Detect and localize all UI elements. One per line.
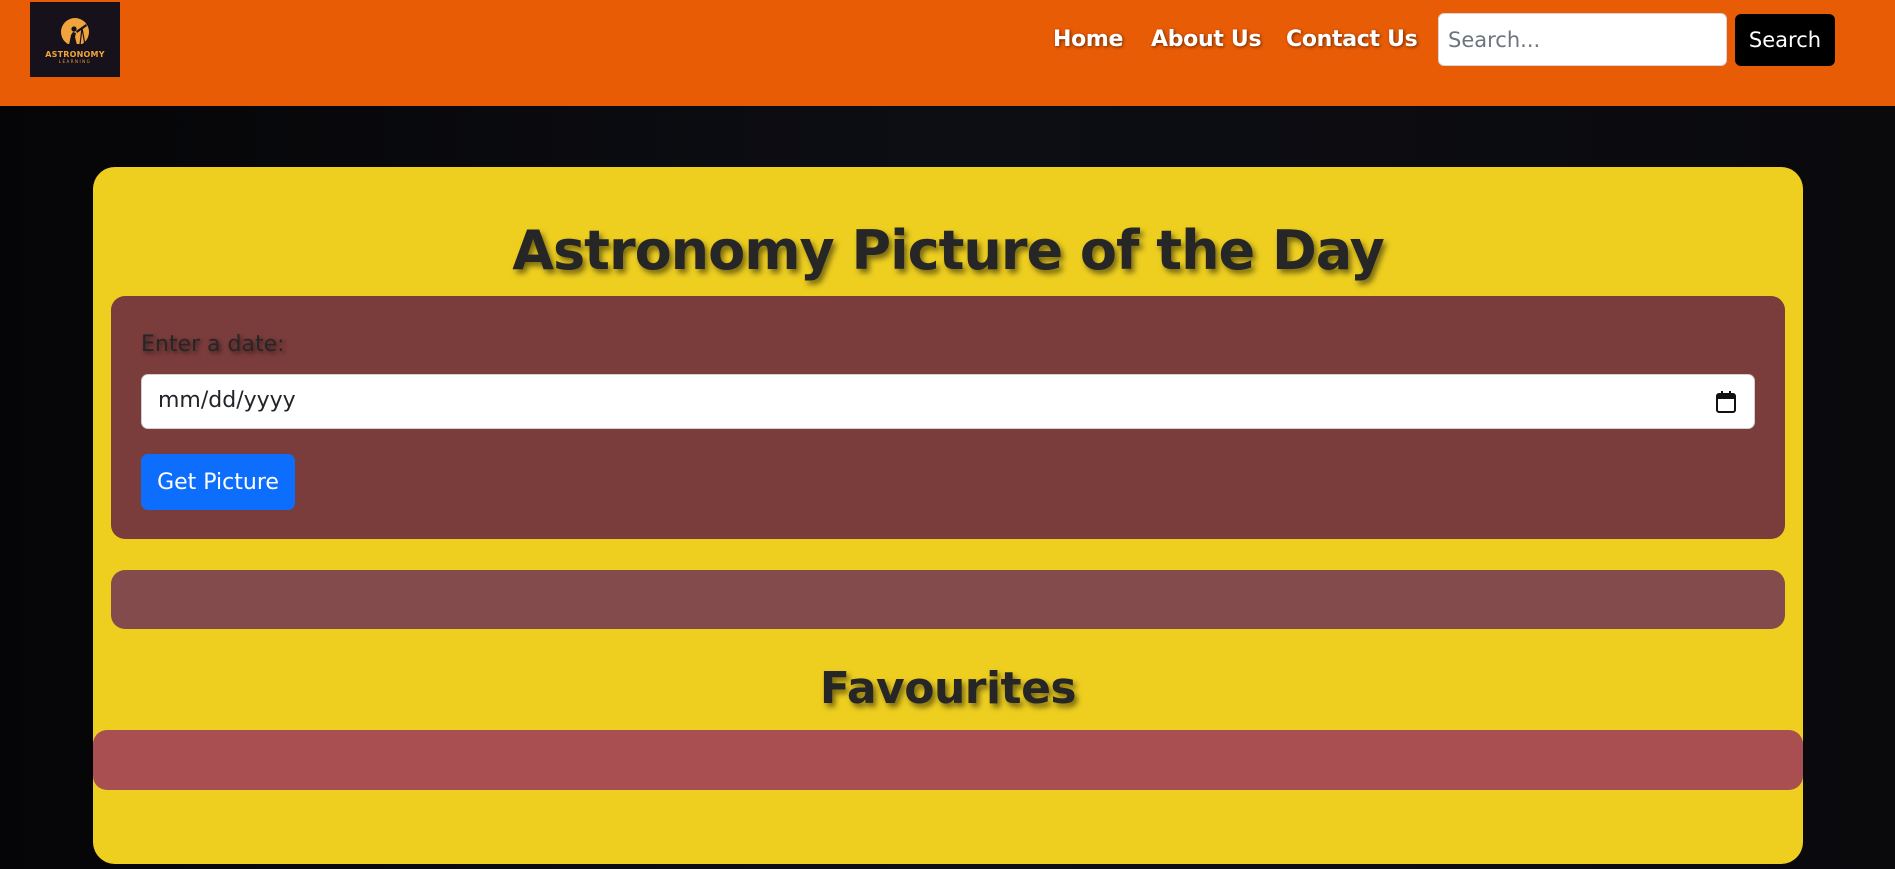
astronomer-telescope-icon (59, 18, 91, 47)
picture-result-panel (111, 570, 1785, 629)
navbar: ASTRONOMY LEARNING Home About Us Contact… (0, 0, 1895, 106)
main-card: Astronomy Picture of the Day Enter a dat… (93, 167, 1803, 864)
favourites-panel (93, 730, 1803, 790)
calendar-icon[interactable] (1716, 391, 1736, 413)
site-logo[interactable]: ASTRONOMY LEARNING (30, 2, 120, 77)
favourites-title: Favourites (819, 663, 1077, 714)
get-picture-button[interactable]: Get Picture (141, 454, 295, 510)
nav-contact-link[interactable]: Contact Us (1286, 27, 1418, 57)
logo-title: ASTRONOMY (45, 50, 105, 59)
search-button[interactable]: Search (1735, 14, 1835, 66)
date-placeholder: mm/dd/yyyy (158, 388, 296, 413)
nav-about-link[interactable]: About Us (1151, 27, 1262, 57)
logo-subtitle: LEARNING (58, 59, 92, 64)
nav-home-link[interactable]: Home (1053, 27, 1123, 57)
date-label: Enter a date: (141, 332, 285, 357)
date-form-panel: Enter a date: mm/dd/yyyy Get Picture (111, 296, 1785, 539)
page-title: Astronomy Picture of the Day (512, 219, 1385, 282)
date-input[interactable]: mm/dd/yyyy (141, 374, 1755, 429)
search-input[interactable] (1438, 13, 1727, 66)
